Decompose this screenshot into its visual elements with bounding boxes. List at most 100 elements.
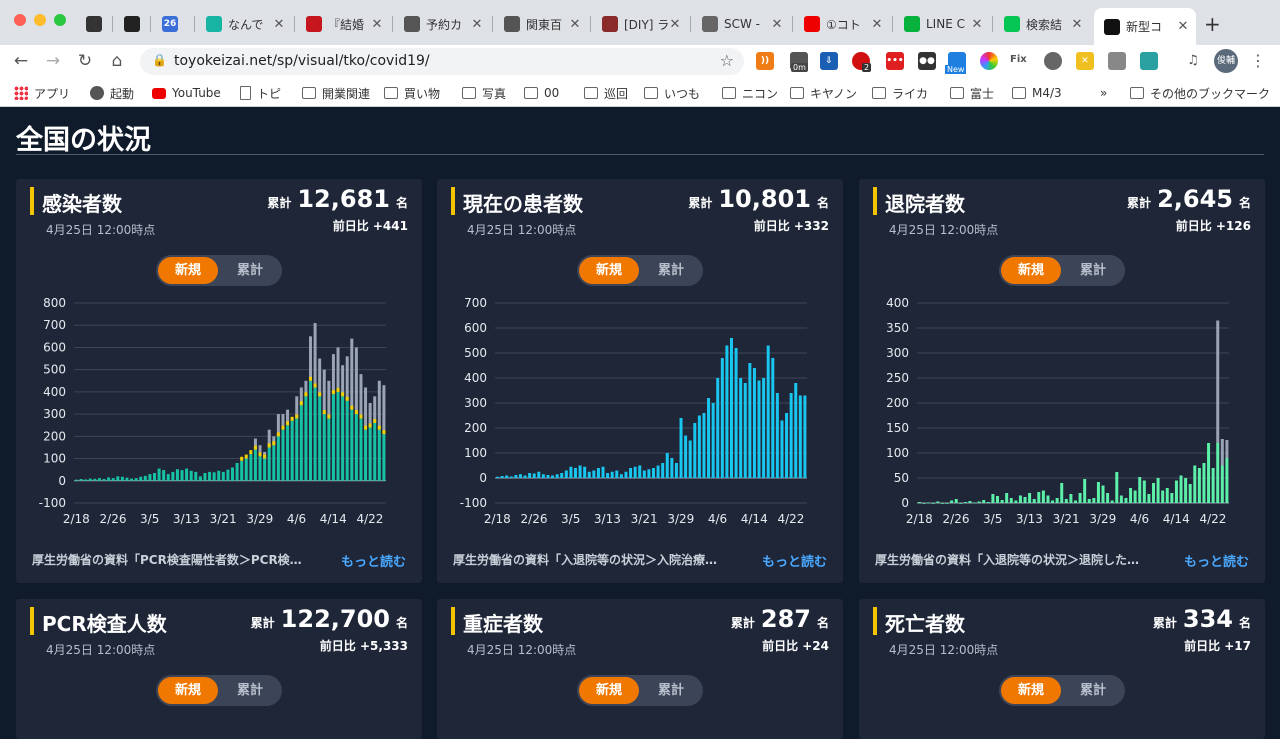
mode-toggle[interactable]: 新規 累計 <box>156 675 282 706</box>
fix-extension-icon[interactable]: Fix <box>1010 54 1027 65</box>
camera-extension-icon[interactable] <box>1140 52 1158 70</box>
browser-tab[interactable]: 検索結 ✕ <box>994 8 1090 40</box>
close-tab-icon[interactable]: ✕ <box>1070 17 1084 32</box>
tab-extension-icon[interactable] <box>1108 52 1126 70</box>
bookmark-item[interactable]: 写真 <box>462 84 506 102</box>
toggle-new-button[interactable]: 新規 <box>1001 257 1061 284</box>
bookmark-item[interactable]: 開業関連 <box>302 84 370 102</box>
forward-button[interactable]: → <box>42 50 64 72</box>
browser-tab[interactable]: 予約カ ✕ <box>394 8 490 40</box>
read-more-link[interactable]: もっと読む <box>762 551 827 570</box>
toggle-cumulative-button[interactable]: 累計 <box>641 677 701 704</box>
close-tab-icon[interactable]: ✕ <box>870 17 884 32</box>
toggle-new-button[interactable]: 新規 <box>579 257 639 284</box>
close-tab-icon[interactable]: ✕ <box>568 17 582 32</box>
bookmark-item[interactable]: » <box>1100 84 1107 102</box>
browser-tab[interactable]: LINE C ✕ <box>894 8 990 40</box>
mode-toggle[interactable]: 新規 累計 <box>156 255 282 286</box>
read-more-link[interactable]: もっと読む <box>341 551 406 570</box>
bookmark-item[interactable]: その他のブックマーク <box>1130 84 1270 102</box>
address-bar[interactable]: 🔒 toyokeizai.net/sp/visual/tko/covid19/ … <box>140 48 744 75</box>
total-label: 累計 <box>250 616 275 630</box>
mode-toggle[interactable]: 新規 累計 <box>999 675 1125 706</box>
bar <box>111 478 115 481</box>
close-tab-icon[interactable]: ✕ <box>1176 19 1190 34</box>
close-tab-icon[interactable]: ✕ <box>370 17 384 32</box>
bar <box>587 471 591 478</box>
bar <box>789 393 793 478</box>
close-tab-icon[interactable]: ✕ <box>470 17 484 32</box>
toggle-cumulative-button[interactable]: 累計 <box>1063 257 1123 284</box>
folder-icon <box>524 87 538 99</box>
reload-button[interactable]: ↻ <box>74 50 96 72</box>
bookmark-item[interactable]: ライカ <box>872 84 928 102</box>
bookmark-star-icon[interactable]: ☆ <box>720 51 734 70</box>
close-tab-icon[interactable]: ✕ <box>272 17 286 32</box>
menu-kebab-icon[interactable]: ⋮ <box>1250 51 1266 70</box>
media-control-icon[interactable]: ♫ <box>1184 52 1202 70</box>
browser-tab[interactable]: 新型コ ✕ <box>1094 8 1196 45</box>
new-tab-button[interactable]: + <box>1204 12 1221 36</box>
toggle-cumulative-button[interactable]: 累計 <box>641 257 701 284</box>
mode-toggle[interactable]: 新規 累計 <box>577 675 703 706</box>
bookmark-item[interactable]: 巡回 <box>584 84 628 102</box>
rss-extension-icon[interactable]: )) <box>756 52 774 70</box>
back-button[interactable]: ← <box>10 50 32 72</box>
browser-tab[interactable]: 関東百 ✕ <box>494 8 588 40</box>
browser-tab[interactable]: ①コト ✕ <box>794 8 890 40</box>
bar <box>555 474 559 478</box>
browser-tab[interactable] <box>114 8 148 40</box>
url-text[interactable]: toyokeizai.net/sp/visual/tko/covid19/ <box>174 53 430 69</box>
bookmark-item[interactable]: トピ <box>240 84 281 102</box>
bookmark-item[interactable]: 買い物 <box>384 84 440 102</box>
bar <box>991 494 995 503</box>
close-tab-icon[interactable]: ✕ <box>668 17 682 32</box>
minimize-window-button[interactable] <box>34 14 46 26</box>
bookmark-item[interactable]: M4/3 <box>1012 84 1062 102</box>
toggle-new-button[interactable]: 新規 <box>579 677 639 704</box>
browser-tab[interactable] <box>76 8 110 40</box>
toggle-cumulative-button[interactable]: 累計 <box>220 677 280 704</box>
bar <box>693 423 697 478</box>
bookmark-item[interactable]: 富士 <box>950 84 994 102</box>
color-extension-icon[interactable] <box>980 52 998 70</box>
card-accent-bar <box>30 187 34 215</box>
globe-icon <box>404 16 420 32</box>
bookmark-item[interactable]: いつも <box>644 84 700 102</box>
bookmark-item[interactable]: キヤノン <box>790 84 857 102</box>
read-more-link[interactable]: もっと読む <box>1184 551 1249 570</box>
browser-tab[interactable]: SCW - ✕ <box>692 8 790 40</box>
profile-avatar[interactable]: 俊輔 <box>1214 49 1238 73</box>
close-tab-icon[interactable]: ✕ <box>770 17 784 32</box>
chat-extension-icon[interactable] <box>1044 52 1062 70</box>
close-tab-icon[interactable]: ✕ <box>970 17 984 32</box>
lastpass-extension-icon[interactable]: ••• <box>886 52 904 70</box>
x-tick-label: 4/14 <box>320 512 347 526</box>
browser-tab[interactable]: なんで ✕ <box>196 8 292 40</box>
toggle-cumulative-button[interactable]: 累計 <box>1063 677 1123 704</box>
home-button[interactable]: ⌂ <box>106 50 128 72</box>
browser-tab[interactable]: 『結婚 ✕ <box>296 8 390 40</box>
bar <box>97 478 101 481</box>
mode-toggle[interactable]: 新規 累計 <box>999 255 1125 286</box>
toggle-new-button[interactable]: 新規 <box>1001 677 1061 704</box>
toggle-cumulative-button[interactable]: 累計 <box>220 257 280 284</box>
download-extension-icon[interactable]: ⇩ <box>820 52 838 70</box>
browser-tab[interactable]: 26 <box>152 8 190 40</box>
bookmark-item[interactable]: アプリ <box>14 84 70 102</box>
page-icon <box>240 86 251 100</box>
bookmark-item[interactable]: 起動 <box>90 84 134 102</box>
close-window-button[interactable] <box>14 14 26 26</box>
mail-extension-icon[interactable]: ✕ <box>1076 52 1094 70</box>
toggle-new-button[interactable]: 新規 <box>158 677 218 704</box>
browser-tab[interactable]: [DIY] ラ ✕ <box>592 8 688 40</box>
toggle-new-button[interactable]: 新規 <box>158 257 218 284</box>
y-tick-label: 0 <box>58 474 66 488</box>
bookmark-item[interactable]: ニコン <box>722 84 778 102</box>
privacy-extension-icon[interactable]: ●● <box>918 52 936 70</box>
bar <box>739 378 743 478</box>
bookmark-item[interactable]: 00 <box>524 84 559 102</box>
zoom-window-button[interactable] <box>54 14 66 26</box>
mode-toggle[interactable]: 新規 累計 <box>577 255 703 286</box>
bookmark-item[interactable]: YouTube <box>152 84 221 102</box>
